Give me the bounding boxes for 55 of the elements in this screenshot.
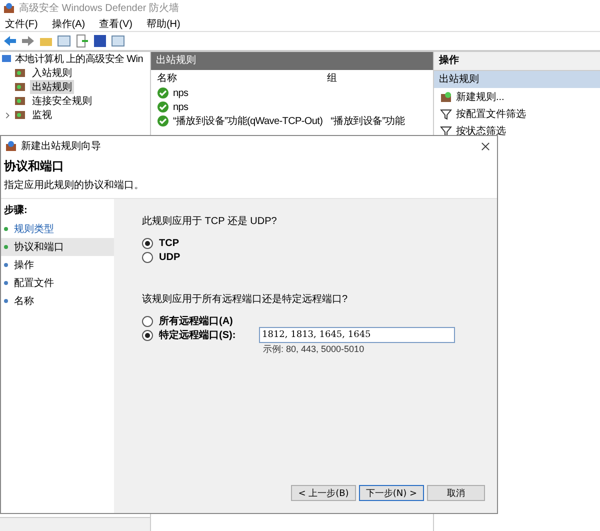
- step-item[interactable]: 操作: [1, 256, 114, 274]
- table-cell-text: “播放到设备”功能: [330, 114, 405, 128]
- question-text: 此规则应用于 TCP 还是 UDP?: [142, 214, 278, 228]
- pane-header: 出站规则: [151, 52, 433, 70]
- expander-icon[interactable]: [4, 112, 11, 118]
- filter-icon: [440, 108, 452, 120]
- step-item[interactable]: 协议和端口: [1, 238, 114, 256]
- close-icon[interactable]: [481, 142, 490, 150]
- column-header[interactable]: 组: [327, 71, 337, 85]
- radio-button[interactable]: [142, 330, 153, 340]
- radio-button[interactable]: [142, 238, 153, 248]
- tree-item[interactable]: 连接安全规则: [30, 94, 94, 108]
- wizard-button[interactable]: 下一步(N) >: [358, 485, 424, 501]
- radio-button[interactable]: [142, 252, 153, 262]
- pane-header: 操作: [434, 52, 600, 71]
- scrollbar[interactable]: [0, 517, 150, 531]
- table-cell: nps: [173, 88, 188, 98]
- section-header[interactable]: 出站规则: [434, 71, 600, 88]
- menu-item[interactable]: 文件(F): [5, 16, 38, 30]
- tree-item[interactable]: 监视: [30, 108, 54, 122]
- radio-label[interactable]: 所有远程端口(A): [159, 314, 233, 328]
- tree-item[interactable]: 入站规则: [30, 66, 74, 80]
- tree-item[interactable]: 出站规则: [30, 80, 74, 94]
- example-text: 示例: 80, 443, 5000-5010: [262, 343, 366, 356]
- menu-item[interactable]: 操作(A): [52, 16, 86, 30]
- page-subtitle: 指定应用此规则的协议和端口。: [4, 178, 145, 192]
- radio-label[interactable]: UDP: [159, 252, 180, 262]
- wizard-button[interactable]: < 上一步(B): [291, 485, 356, 501]
- steps-title: 步骤:: [3, 204, 28, 218]
- question-text: 该规则应用于所有远程端口还是特定远程端口?: [142, 292, 349, 306]
- table-cell-text: “播放到设备”功能(qWave-TCP-Out): [173, 114, 323, 128]
- window-title: 高级安全 Windows Defender 防火墙: [19, 2, 180, 15]
- panel-icon[interactable]: [111, 34, 125, 48]
- tree-item[interactable]: 本地计算机 上的高级安全 Win: [15, 52, 143, 66]
- radio-label[interactable]: 特定远程端口(S):: [159, 328, 236, 342]
- radio-button[interactable]: [142, 316, 153, 326]
- page-heading: 协议和端口: [4, 158, 65, 175]
- dialog-title: 新建出站规则向导: [21, 140, 101, 153]
- menu-item[interactable]: 帮助(H): [146, 16, 180, 30]
- filter-icon: [440, 124, 452, 136]
- step-item[interactable]: 规则类型: [1, 220, 114, 238]
- table-cell: nps: [173, 102, 188, 112]
- action-link[interactable]: 新建规则...: [456, 90, 504, 104]
- column-header[interactable]: 名称: [157, 71, 327, 85]
- forward-arrow-icon[interactable]: [21, 34, 35, 48]
- action-link[interactable]: 按配置文件筛选: [456, 106, 526, 120]
- port-input-field[interactable]: 1812, 1813, 1645, 1645: [259, 327, 455, 343]
- step-item[interactable]: 名称: [1, 292, 114, 310]
- step-item[interactable]: 配置文件: [1, 274, 114, 292]
- radio-label[interactable]: TCP: [159, 238, 179, 248]
- export-icon[interactable]: [75, 34, 89, 48]
- wizard-button[interactable]: 取消: [427, 485, 485, 501]
- back-arrow-icon[interactable]: [3, 34, 17, 48]
- menu-item[interactable]: 查看(V): [99, 16, 132, 30]
- panel-icon[interactable]: [57, 34, 71, 48]
